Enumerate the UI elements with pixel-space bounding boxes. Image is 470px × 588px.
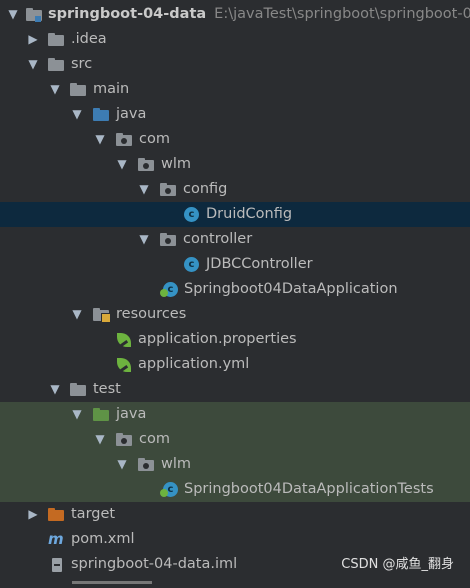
grey-folder-icon: [70, 83, 86, 96]
chevron-down-icon[interactable]: ▼: [48, 77, 62, 102]
tree-item-label: Springboot04DataApplicationTests: [184, 481, 434, 497]
chevron-down-icon[interactable]: ▼: [137, 177, 151, 202]
tree-row-application-yml[interactable]: application.yml: [0, 352, 470, 377]
resources-folder-icon: [93, 308, 111, 323]
tree-item-label: springboot-04-data.iml: [71, 556, 238, 572]
chevron-down-icon[interactable]: ▼: [93, 127, 107, 152]
tree-row-java-main[interactable]: ▼ java: [0, 102, 470, 127]
grey-folder-icon: [48, 33, 64, 46]
blue-source-folder-icon: [93, 108, 109, 121]
tree-item-label: application.properties: [138, 331, 297, 347]
tree-item-label: pom.xml: [71, 531, 135, 547]
tree-item-label: target: [71, 506, 116, 522]
package-icon: [138, 458, 154, 471]
tree-item-label: .idea: [71, 31, 107, 47]
chevron-down-icon[interactable]: ▼: [115, 152, 129, 177]
tree-item-label: application.yml: [138, 356, 250, 372]
partial-row-cut-off: [0, 578, 470, 588]
tree-item-label: DruidConfig: [206, 206, 293, 222]
spring-boot-class-icon: c: [160, 482, 178, 497]
project-folder-icon: [26, 8, 42, 22]
grey-folder-icon: [48, 58, 64, 71]
watermark: CSDN @咸鱼_翻身: [341, 557, 454, 572]
tree-row-test[interactable]: ▼ test: [0, 377, 470, 402]
tree-row-jdbccontroller[interactable]: c JDBCController: [0, 252, 470, 277]
maven-icon: m: [48, 530, 64, 548]
chevron-down-icon[interactable]: ▼: [70, 302, 84, 327]
iml-file-icon: [52, 558, 62, 572]
tree-row-druidconfig[interactable]: c DruidConfig: [0, 202, 470, 227]
tree-row-com[interactable]: ▼ com: [0, 127, 470, 152]
spring-boot-class-icon: c: [160, 282, 178, 297]
tree-row-target[interactable]: ▶ target: [0, 502, 470, 527]
chevron-down-icon[interactable]: ▼: [6, 2, 20, 27]
tree-item-label: com: [139, 131, 170, 147]
tree-row-src[interactable]: ▼ src: [0, 52, 470, 77]
tree-item-label: wlm: [161, 456, 192, 472]
tree-row-wlm-test[interactable]: ▼ wlm: [0, 452, 470, 477]
tree-item-label: Springboot04DataApplication: [184, 281, 398, 297]
package-icon: [116, 433, 132, 446]
grey-folder-icon: [70, 383, 86, 396]
project-name: springboot-04-data: [48, 6, 207, 22]
tree-row-config[interactable]: ▼ config: [0, 177, 470, 202]
green-test-folder-icon: [93, 408, 109, 421]
tree-item-label: test: [93, 381, 121, 397]
spring-leaf-icon: [117, 358, 131, 373]
package-icon: [160, 183, 176, 196]
tree-row-wlm[interactable]: ▼ wlm: [0, 152, 470, 177]
chevron-right-icon[interactable]: ▶: [26, 502, 40, 527]
tree-item-label: wlm: [161, 156, 192, 172]
chevron-down-icon[interactable]: ▼: [70, 402, 84, 427]
chevron-down-icon[interactable]: ▼: [137, 227, 151, 252]
tree-row-springboot04dataapplication[interactable]: c Springboot04DataApplication: [0, 277, 470, 302]
tree-item-label: JDBCController: [206, 256, 313, 272]
tree-row-controller[interactable]: ▼ controller: [0, 227, 470, 252]
class-icon: c: [184, 257, 199, 272]
tree-item-label: java: [116, 406, 147, 422]
tree-item-label: main: [93, 81, 130, 97]
tree-item-label: config: [183, 181, 228, 197]
chevron-down-icon[interactable]: ▼: [115, 452, 129, 477]
chevron-down-icon[interactable]: ▼: [26, 52, 40, 77]
tree-item-label: controller: [183, 231, 253, 247]
project-tree: ▼ springboot-04-data E:\javaTest\springbo…: [0, 2, 470, 577]
chevron-right-icon[interactable]: ▶: [26, 27, 40, 52]
tree-item-label: com: [139, 431, 170, 447]
tree-row-idea[interactable]: ▶ .idea: [0, 27, 470, 52]
package-icon: [116, 133, 132, 146]
tree-row-springboot04dataapplicationtests[interactable]: c Springboot04DataApplicationTests: [0, 477, 470, 502]
tree-item-label: java: [116, 106, 147, 122]
orange-excluded-folder-icon: [48, 508, 64, 521]
package-icon: [138, 158, 154, 171]
tree-row-application-properties[interactable]: application.properties: [0, 327, 470, 352]
chevron-down-icon[interactable]: ▼: [70, 102, 84, 127]
tree-row-project-root[interactable]: ▼ springboot-04-data E:\javaTest\springbo…: [0, 2, 470, 27]
tree-row-main[interactable]: ▼ main: [0, 77, 470, 102]
class-icon: c: [184, 207, 199, 222]
package-icon: [160, 233, 176, 246]
tree-row-pom-xml[interactable]: m pom.xml: [0, 527, 470, 552]
tree-item-label: src: [71, 56, 93, 72]
tree-row-resources[interactable]: ▼ resources: [0, 302, 470, 327]
tree-row-java-test[interactable]: ▼ java: [0, 402, 470, 427]
tree-row-com-test[interactable]: ▼ com: [0, 427, 470, 452]
project-path: E:\javaTest\springboot\springboot-0: [214, 6, 470, 22]
chevron-down-icon[interactable]: ▼: [93, 427, 107, 452]
chevron-down-icon[interactable]: ▼: [48, 377, 62, 402]
tree-item-label: resources: [116, 306, 187, 322]
spring-leaf-icon: [117, 333, 131, 348]
